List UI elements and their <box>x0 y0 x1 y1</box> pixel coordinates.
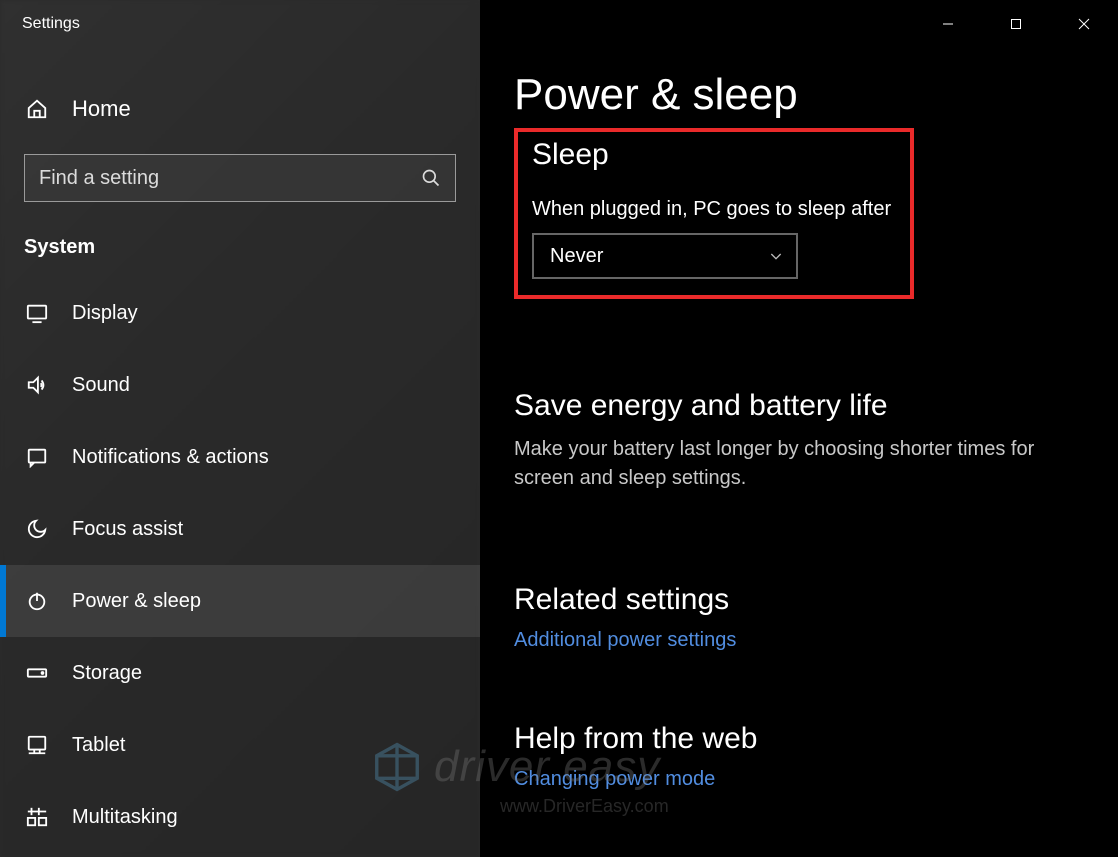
sidebar-item-multitasking[interactable]: Multitasking <box>0 781 480 853</box>
dropdown-value: Never <box>550 245 603 268</box>
nav-label: Display <box>72 302 138 325</box>
help-heading: Help from the web <box>514 722 1084 756</box>
nav-label: Notifications & actions <box>72 446 269 469</box>
watermark-sub: www.DriverEasy.com <box>500 796 669 817</box>
sidebar: Settings Home System <box>0 0 480 857</box>
sleep-heading: Sleep <box>532 138 896 172</box>
sidebar-item-home[interactable]: Home <box>0 96 480 122</box>
tablet-icon <box>24 732 50 758</box>
page-title: Power & sleep <box>514 70 1084 120</box>
nav-label: Storage <box>72 662 142 685</box>
focus-assist-icon <box>24 516 50 542</box>
sidebar-section-label: System <box>0 202 480 277</box>
app-title-text: Settings <box>22 15 80 33</box>
close-button[interactable] <box>1050 0 1118 48</box>
related-heading: Related settings <box>514 583 1084 617</box>
sidebar-item-focus-assist[interactable]: Focus assist <box>0 493 480 565</box>
app-window: Settings Home System <box>0 0 1118 857</box>
nav-label: Multitasking <box>72 806 178 829</box>
multitasking-icon <box>24 804 50 830</box>
nav-label: Sound <box>72 374 130 397</box>
notifications-icon <box>24 444 50 470</box>
maximize-button[interactable] <box>982 0 1050 48</box>
sidebar-item-tablet[interactable]: Tablet <box>0 709 480 781</box>
sound-icon <box>24 372 50 398</box>
minimize-button[interactable] <box>914 0 982 48</box>
sidebar-item-display[interactable]: Display <box>0 277 480 349</box>
storage-icon <box>24 660 50 686</box>
app-title: Settings <box>0 0 480 48</box>
search-icon <box>421 168 441 188</box>
power-icon <box>24 588 50 614</box>
sidebar-item-storage[interactable]: Storage <box>0 637 480 709</box>
display-icon <box>24 300 50 326</box>
sidebar-item-sound[interactable]: Sound <box>0 349 480 421</box>
sleep-plugged-label: When plugged in, PC goes to sleep after <box>532 198 896 221</box>
chevron-down-icon <box>768 248 784 264</box>
nav-label: Power & sleep <box>72 590 201 613</box>
home-icon <box>24 96 50 122</box>
energy-tip-text: Make your battery last longer by choosin… <box>514 435 1084 493</box>
sleep-plugged-dropdown[interactable]: Never <box>532 233 798 279</box>
window-controls <box>914 0 1118 48</box>
additional-power-settings-link[interactable]: Additional power settings <box>514 629 1084 652</box>
energy-tip-heading: Save energy and battery life <box>514 389 1084 423</box>
sidebar-item-notifications[interactable]: Notifications & actions <box>0 421 480 493</box>
nav-label: Tablet <box>72 734 125 757</box>
search-box[interactable] <box>24 154 456 202</box>
search-input[interactable] <box>39 167 421 190</box>
main-pane: Power & sleep Sleep When plugged in, PC … <box>480 0 1118 857</box>
changing-power-mode-link[interactable]: Changing power mode <box>514 768 1084 791</box>
nav-label: Focus assist <box>72 518 183 541</box>
sleep-section-highlight: Sleep When plugged in, PC goes to sleep … <box>514 128 914 299</box>
sidebar-item-power-sleep[interactable]: Power & sleep <box>0 565 480 637</box>
home-label: Home <box>72 96 131 122</box>
